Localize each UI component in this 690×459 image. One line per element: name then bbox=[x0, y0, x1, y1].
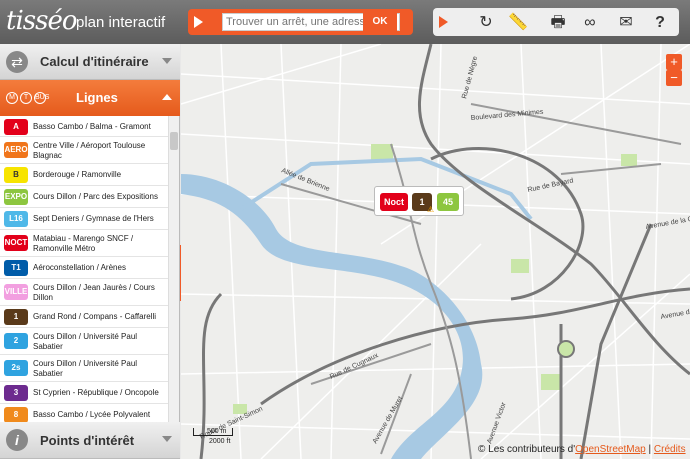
metro-mode-icon: M bbox=[6, 92, 18, 104]
line-row[interactable]: VILLE Cours Dillon / Jean Jaurès / Cours… bbox=[0, 279, 168, 306]
street-label: Rue de Nègre bbox=[461, 56, 479, 100]
mail-icon[interactable]: ✉ bbox=[616, 13, 636, 33]
calc-itineraire-label: Calcul d'itinéraire bbox=[40, 54, 149, 69]
line-row[interactable]: EXPO Cours Dillon / Parc des Expositions bbox=[0, 186, 168, 208]
line-badge: 3 bbox=[4, 385, 28, 401]
lines-list: A Basso Cambo / Balma - Gramont AERO Cen… bbox=[0, 116, 168, 422]
line-name: St Cyprien - République / Oncopole bbox=[33, 388, 159, 397]
line-badge: VILLE bbox=[4, 284, 28, 300]
line-name: Cours Dillon / Université Paul Sabatier bbox=[33, 359, 138, 378]
link-icon[interactable]: ∞ bbox=[580, 13, 600, 33]
line-name: Grand Rond / Compans - Caffarelli bbox=[33, 312, 157, 321]
line-row[interactable]: 3 St Cyprien - République / Oncopole bbox=[0, 382, 168, 404]
line-name: Matabiau - Marengo SNCF / Ramonville Mét… bbox=[33, 234, 134, 253]
tram-mode-icon: T bbox=[20, 92, 32, 104]
sidebar: ⇄ Calcul d'itinéraire M T BUS Lignes A B… bbox=[0, 44, 180, 459]
line-badge: 2 bbox=[4, 333, 28, 349]
street-label: Rue de Cugnaux bbox=[329, 352, 380, 381]
street-label: Rue de Bayard bbox=[527, 177, 574, 194]
line-name: Centre Ville / Aéroport Toulouse Blagnac bbox=[33, 141, 146, 160]
popup-line-badge[interactable]: 45 bbox=[437, 193, 459, 211]
refresh-icon[interactable]: ↻ bbox=[476, 13, 496, 33]
tisseo-logo[interactable]: tisséo bbox=[6, 6, 77, 36]
attribution-separator: | bbox=[648, 444, 652, 455]
scrollbar-thumb[interactable] bbox=[170, 132, 178, 150]
lines-scrollbar[interactable] bbox=[168, 116, 179, 422]
line-badge: 2s bbox=[4, 360, 28, 376]
line-row[interactable]: AERO Centre Ville / Aéroport Toulouse Bl… bbox=[0, 137, 168, 164]
route-icon: ⇄ bbox=[6, 51, 28, 73]
street-label: Avenue de la bbox=[660, 307, 690, 321]
map-svg: Rue de Nègre Boulevard des Minimes Rue d… bbox=[181, 44, 690, 459]
warning-icon: ⚠ bbox=[427, 205, 435, 214]
chevron-down-icon bbox=[162, 436, 172, 442]
map-canvas[interactable]: Rue de Nègre Boulevard des Minimes Rue d… bbox=[181, 44, 690, 459]
line-name: Aéroconstellation / Arènes bbox=[33, 263, 126, 272]
search-arrow-icon bbox=[194, 16, 203, 28]
line-name: Basso Cambo / Balma - Gramont bbox=[33, 122, 151, 131]
points-interet-header[interactable]: i Points d'intérêt bbox=[0, 422, 180, 459]
line-badge: 1 bbox=[4, 309, 28, 325]
minor-streets bbox=[181, 44, 690, 459]
zoom-in-button[interactable]: + bbox=[666, 54, 682, 70]
line-badge: T1 bbox=[4, 260, 28, 276]
attribution-prefix: © Les contributeurs d' bbox=[478, 444, 576, 455]
search-ok-button[interactable]: OK bbox=[363, 13, 397, 31]
line-row[interactable]: 1 Grand Rond / Compans - Caffarelli bbox=[0, 306, 168, 328]
help-icon[interactable]: ? bbox=[650, 13, 670, 33]
line-badge: AERO bbox=[4, 142, 28, 158]
scale-metric: 500 m bbox=[207, 428, 227, 435]
toolbar-arrow-icon bbox=[439, 16, 448, 28]
printer-icon[interactable]: 🖶 bbox=[548, 13, 568, 33]
line-name: Cours Dillon / Université Paul Sabatier bbox=[33, 332, 138, 351]
map-attribution: © Les contributeurs d'OpenStreetMap | Cr… bbox=[478, 444, 686, 455]
line-row[interactable]: B Borderouge / Ramonville bbox=[0, 164, 168, 186]
lignes-label: Lignes bbox=[76, 90, 118, 105]
line-row[interactable]: 2s Cours Dillon / Université Paul Sabati… bbox=[0, 355, 168, 382]
line-name: Basso Cambo / Lycée Polyvalent bbox=[33, 410, 151, 419]
line-name: Borderouge / Ramonville bbox=[33, 170, 122, 179]
line-badge: A bbox=[4, 119, 28, 135]
popup-line-badge[interactable]: Noct bbox=[380, 193, 408, 211]
line-name: Cours Dillon / Jean Jaurès / Cours Dillo… bbox=[33, 283, 155, 302]
chevron-down-icon bbox=[162, 58, 172, 64]
line-badge: 8 bbox=[4, 407, 28, 422]
line-name: Cours Dillon / Parc des Expositions bbox=[33, 192, 158, 201]
line-badge: NOCT bbox=[4, 235, 28, 251]
chevron-up-icon bbox=[162, 94, 172, 100]
line-row[interactable]: 2 Cours Dillon / Université Paul Sabatie… bbox=[0, 328, 168, 355]
info-icon: i bbox=[6, 429, 28, 451]
calc-itineraire-header[interactable]: ⇄ Calcul d'itinéraire bbox=[0, 44, 180, 80]
line-row[interactable]: L16 Sept Deniers / Gymnase de l'Hers bbox=[0, 208, 168, 230]
stop-popup[interactable]: Noct 1 ⚠ 45 bbox=[374, 186, 464, 216]
line-name: Sept Deniers / Gymnase de l'Hers bbox=[33, 214, 154, 223]
street-label: Avenue de la C bbox=[645, 216, 690, 231]
app-header: tisséo plan interactif OK ↻ 📏 🖶 ∞ ✉ ? bbox=[0, 0, 690, 44]
roundabout bbox=[557, 340, 575, 358]
credits-link[interactable]: Crédits bbox=[654, 444, 686, 455]
ruler-icon[interactable]: 📏 bbox=[508, 13, 528, 33]
line-row[interactable]: A Basso Cambo / Balma - Gramont bbox=[0, 116, 168, 137]
line-row[interactable]: T1 Aéroconstellation / Arènes bbox=[0, 257, 168, 279]
osm-link[interactable]: OpenStreetMap bbox=[575, 444, 646, 455]
zoom-out-button[interactable]: − bbox=[666, 70, 682, 86]
line-row[interactable]: 8 Basso Cambo / Lycée Polyvalent bbox=[0, 404, 168, 422]
points-interet-label: Points d'intérêt bbox=[40, 433, 135, 448]
bus-mode-icon: BUS bbox=[34, 92, 49, 104]
lignes-header[interactable]: M T BUS Lignes bbox=[0, 80, 180, 116]
line-badge: EXPO bbox=[4, 189, 28, 205]
line-row[interactable]: NOCT Matabiau - Marengo SNCF / Ramonvill… bbox=[0, 230, 168, 257]
scale-imperial: 2000 ft bbox=[209, 438, 231, 445]
line-badge: B bbox=[4, 167, 28, 183]
app-subtitle: plan interactif bbox=[76, 14, 166, 31]
line-badge: L16 bbox=[4, 211, 28, 227]
